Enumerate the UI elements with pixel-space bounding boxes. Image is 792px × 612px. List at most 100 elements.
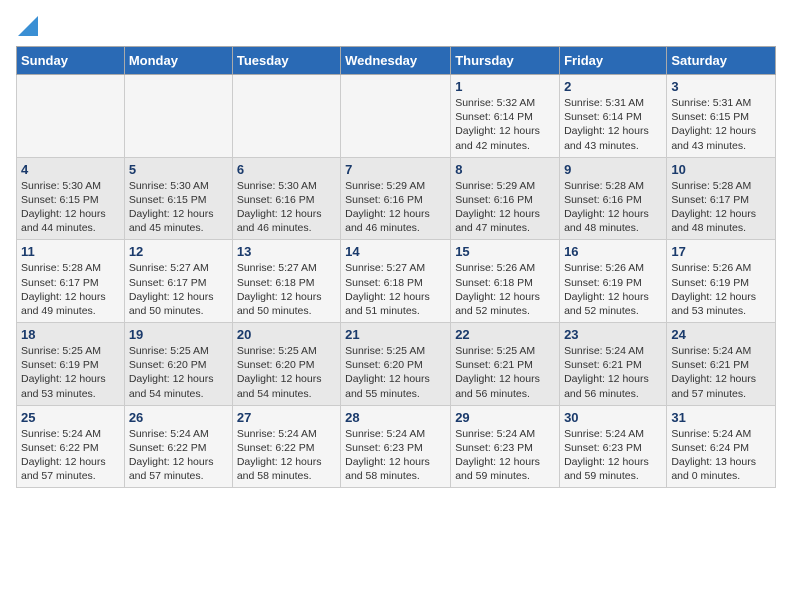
day-detail: Sunrise: 5:24 AM Sunset: 6:24 PM Dayligh…: [671, 427, 771, 484]
day-number: 1: [455, 79, 555, 94]
calendar-dow-saturday: Saturday: [667, 47, 776, 75]
day-detail: Sunrise: 5:29 AM Sunset: 6:16 PM Dayligh…: [455, 179, 555, 236]
day-number: 10: [671, 162, 771, 177]
day-detail: Sunrise: 5:30 AM Sunset: 6:15 PM Dayligh…: [21, 179, 120, 236]
day-number: 7: [345, 162, 446, 177]
day-number: 8: [455, 162, 555, 177]
calendar-cell: 6Sunrise: 5:30 AM Sunset: 6:16 PM Daylig…: [232, 157, 340, 240]
calendar-cell: 22Sunrise: 5:25 AM Sunset: 6:21 PM Dayli…: [451, 323, 560, 406]
calendar-cell: 23 Sunrise: 5:24 AM Sunset: 6:21 PM Dayli…: [560, 323, 667, 406]
day-detail: Sunrise: 5:25 AM Sunset: 6:20 PM Dayligh…: [129, 344, 228, 401]
calendar-cell: 20 Sunrise: 5:25 AM Sunset: 6:20 PM Dayli…: [232, 323, 340, 406]
calendar-cell: 1 Sunrise: 5:32 AM Sunset: 6:14 PM Daylig…: [451, 75, 560, 158]
calendar-cell: 31 Sunrise: 5:24 AM Sunset: 6:24 PM Dayli…: [667, 405, 776, 488]
day-detail: Sunrise: 5:29 AM Sunset: 6:16 PM Dayligh…: [345, 179, 446, 236]
calendar-cell: 10 Sunrise: 5:28 AM Sunset: 6:17 PM Dayli…: [667, 157, 776, 240]
calendar-cell: 14 Sunrise: 5:27 AM Sunset: 6:18 PM Dayli…: [341, 240, 451, 323]
calendar-cell: 16 Sunrise: 5:26 AM Sunset: 6:19 PM Dayli…: [560, 240, 667, 323]
day-number: 25: [21, 410, 120, 425]
day-detail: Sunrise: 5:31 AM Sunset: 6:14 PM Dayligh…: [564, 96, 662, 153]
day-detail: Sunrise: 5:28 AM Sunset: 6:16 PM Dayligh…: [564, 179, 662, 236]
day-number: 2: [564, 79, 662, 94]
day-number: 11: [21, 244, 120, 259]
day-number: 18: [21, 327, 120, 342]
calendar-cell: 27Sunrise: 5:24 AM Sunset: 6:22 PM Dayli…: [232, 405, 340, 488]
day-number: 22: [455, 327, 555, 342]
calendar-cell: 30Sunrise: 5:24 AM Sunset: 6:23 PM Dayli…: [560, 405, 667, 488]
day-number: 20: [237, 327, 336, 342]
calendar-dow-monday: Monday: [124, 47, 232, 75]
calendar-week-2: 4 Sunrise: 5:30 AM Sunset: 6:15 PM Daylig…: [17, 157, 776, 240]
day-detail: Sunrise: 5:24 AM Sunset: 6:23 PM Dayligh…: [564, 427, 662, 484]
calendar-cell: 11 Sunrise: 5:28 AM Sunset: 6:17 PM Dayli…: [17, 240, 125, 323]
calendar-cell: 9 Sunrise: 5:28 AM Sunset: 6:16 PM Daylig…: [560, 157, 667, 240]
day-detail: Sunrise: 5:27 AM Sunset: 6:17 PM Dayligh…: [129, 261, 228, 318]
day-number: 29: [455, 410, 555, 425]
day-number: 21: [345, 327, 446, 342]
day-number: 23: [564, 327, 662, 342]
day-detail: Sunrise: 5:25 AM Sunset: 6:20 PM Dayligh…: [237, 344, 336, 401]
day-detail: Sunrise: 5:24 AM Sunset: 6:21 PM Dayligh…: [671, 344, 771, 401]
day-number: 4: [21, 162, 120, 177]
calendar-cell: 2 Sunrise: 5:31 AM Sunset: 6:14 PM Daylig…: [560, 75, 667, 158]
calendar-dow-friday: Friday: [560, 47, 667, 75]
page-header: [16, 16, 776, 38]
day-number: 24: [671, 327, 771, 342]
day-number: 6: [237, 162, 336, 177]
day-number: 14: [345, 244, 446, 259]
day-number: 26: [129, 410, 228, 425]
day-number: 9: [564, 162, 662, 177]
day-detail: Sunrise: 5:30 AM Sunset: 6:15 PM Dayligh…: [129, 179, 228, 236]
calendar-cell: 5 Sunrise: 5:30 AM Sunset: 6:15 PM Daylig…: [124, 157, 232, 240]
calendar-cell: 15Sunrise: 5:26 AM Sunset: 6:18 PM Dayli…: [451, 240, 560, 323]
calendar-cell: 19 Sunrise: 5:25 AM Sunset: 6:20 PM Dayli…: [124, 323, 232, 406]
day-number: 28: [345, 410, 446, 425]
day-detail: Sunrise: 5:26 AM Sunset: 6:19 PM Dayligh…: [671, 261, 771, 318]
day-detail: Sunrise: 5:25 AM Sunset: 6:20 PM Dayligh…: [345, 344, 446, 401]
calendar-cell: [17, 75, 125, 158]
day-number: 5: [129, 162, 228, 177]
day-number: 16: [564, 244, 662, 259]
calendar-dow-sunday: Sunday: [17, 47, 125, 75]
logo-triangle-icon: [18, 16, 38, 36]
day-detail: Sunrise: 5:24 AM Sunset: 6:22 PM Dayligh…: [129, 427, 228, 484]
calendar-week-3: 11 Sunrise: 5:28 AM Sunset: 6:17 PM Dayli…: [17, 240, 776, 323]
calendar-cell: 28 Sunrise: 5:24 AM Sunset: 6:23 PM Dayli…: [341, 405, 451, 488]
calendar-dow-wednesday: Wednesday: [341, 47, 451, 75]
day-detail: Sunrise: 5:26 AM Sunset: 6:18 PM Dayligh…: [455, 261, 555, 318]
calendar-week-1: 1 Sunrise: 5:32 AM Sunset: 6:14 PM Daylig…: [17, 75, 776, 158]
day-detail: Sunrise: 5:26 AM Sunset: 6:19 PM Dayligh…: [564, 261, 662, 318]
calendar-cell: 7 Sunrise: 5:29 AM Sunset: 6:16 PM Daylig…: [341, 157, 451, 240]
calendar-cell: 12 Sunrise: 5:27 AM Sunset: 6:17 PM Dayli…: [124, 240, 232, 323]
day-detail: Sunrise: 5:32 AM Sunset: 6:14 PM Dayligh…: [455, 96, 555, 153]
day-detail: Sunrise: 5:24 AM Sunset: 6:23 PM Dayligh…: [455, 427, 555, 484]
calendar-week-4: 18 Sunrise: 5:25 AM Sunset: 6:19 PM Dayli…: [17, 323, 776, 406]
calendar-cell: 24 Sunrise: 5:24 AM Sunset: 6:21 PM Dayli…: [667, 323, 776, 406]
day-number: 19: [129, 327, 228, 342]
calendar-cell: [232, 75, 340, 158]
calendar-header-row: SundayMondayTuesdayWednesdayThursdayFrid…: [17, 47, 776, 75]
calendar-cell: [341, 75, 451, 158]
day-detail: Sunrise: 5:24 AM Sunset: 6:21 PM Dayligh…: [564, 344, 662, 401]
calendar-table: SundayMondayTuesdayWednesdayThursdayFrid…: [16, 46, 776, 488]
day-detail: Sunrise: 5:24 AM Sunset: 6:23 PM Dayligh…: [345, 427, 446, 484]
calendar-dow-tuesday: Tuesday: [232, 47, 340, 75]
logo: [16, 16, 38, 38]
day-detail: Sunrise: 5:31 AM Sunset: 6:15 PM Dayligh…: [671, 96, 771, 153]
calendar-cell: 18 Sunrise: 5:25 AM Sunset: 6:19 PM Dayli…: [17, 323, 125, 406]
calendar-cell: 4 Sunrise: 5:30 AM Sunset: 6:15 PM Daylig…: [17, 157, 125, 240]
day-number: 27: [237, 410, 336, 425]
day-detail: Sunrise: 5:27 AM Sunset: 6:18 PM Dayligh…: [345, 261, 446, 318]
calendar-cell: 3Sunrise: 5:31 AM Sunset: 6:15 PM Daylig…: [667, 75, 776, 158]
calendar-cell: 29 Sunrise: 5:24 AM Sunset: 6:23 PM Dayli…: [451, 405, 560, 488]
day-number: 12: [129, 244, 228, 259]
day-detail: Sunrise: 5:25 AM Sunset: 6:19 PM Dayligh…: [21, 344, 120, 401]
calendar-dow-thursday: Thursday: [451, 47, 560, 75]
calendar-cell: 21 Sunrise: 5:25 AM Sunset: 6:20 PM Dayli…: [341, 323, 451, 406]
calendar-cell: 25Sunrise: 5:24 AM Sunset: 6:22 PM Dayli…: [17, 405, 125, 488]
day-number: 31: [671, 410, 771, 425]
calendar-cell: 13Sunrise: 5:27 AM Sunset: 6:18 PM Dayli…: [232, 240, 340, 323]
day-detail: Sunrise: 5:28 AM Sunset: 6:17 PM Dayligh…: [21, 261, 120, 318]
calendar-cell: [124, 75, 232, 158]
day-detail: Sunrise: 5:28 AM Sunset: 6:17 PM Dayligh…: [671, 179, 771, 236]
